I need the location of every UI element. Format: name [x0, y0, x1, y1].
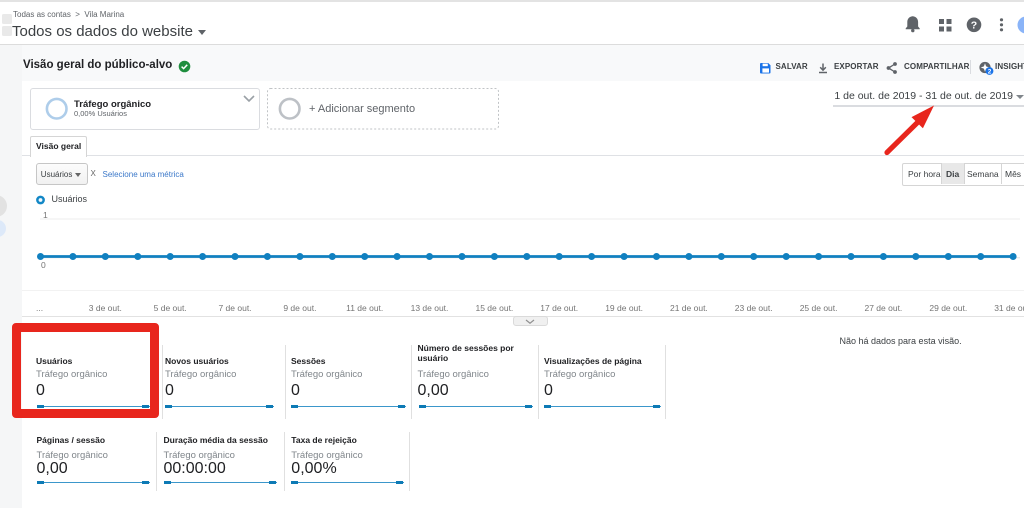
svg-text:2: 2 — [988, 68, 992, 74]
svg-text:?: ? — [971, 20, 977, 32]
